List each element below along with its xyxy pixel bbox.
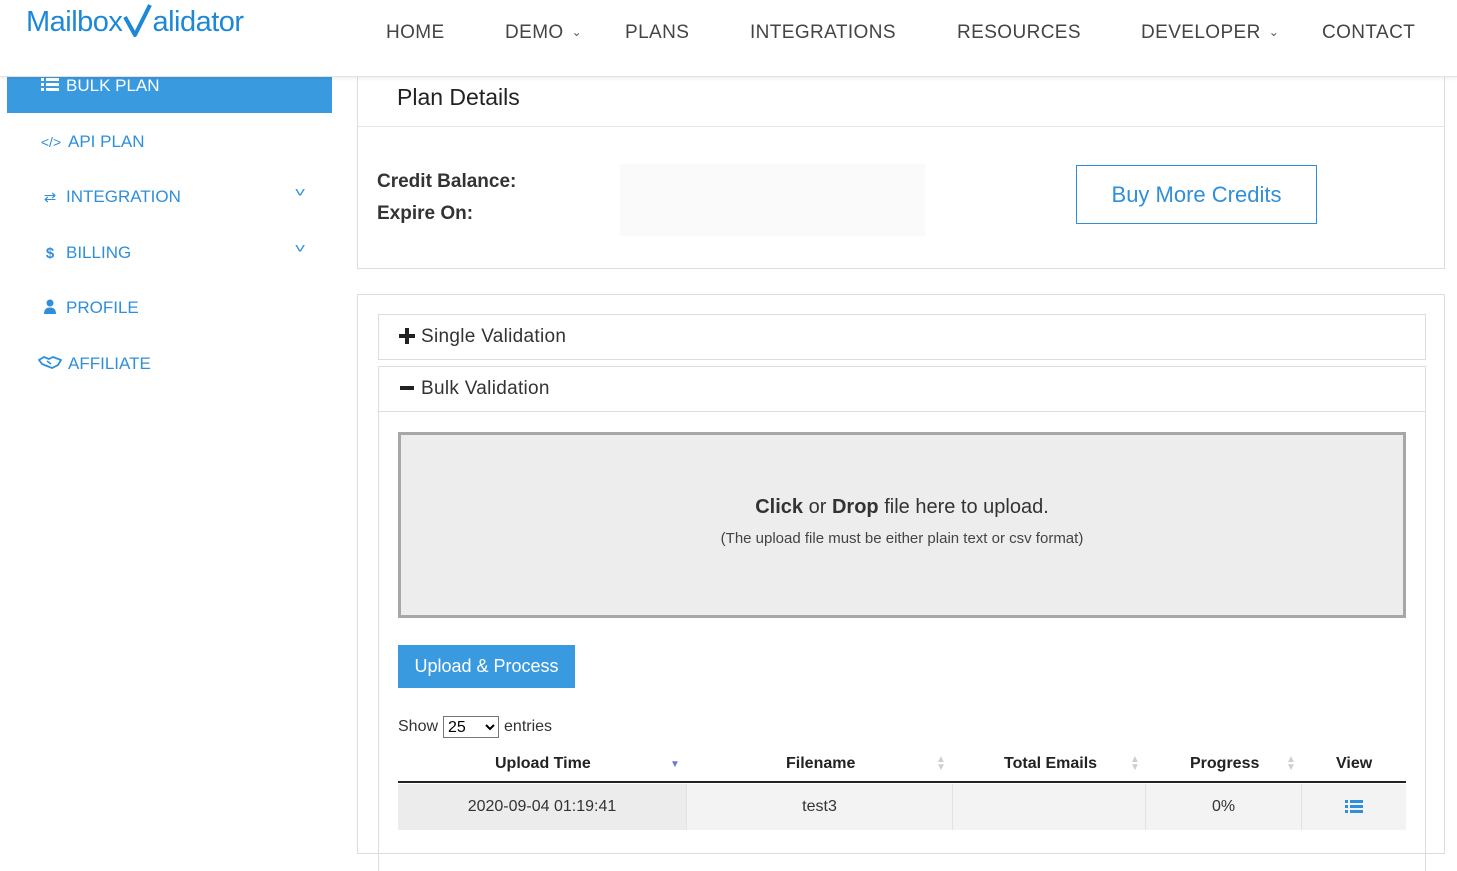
buy-more-credits-button[interactable]: Buy More Credits [1076,165,1317,224]
chevron-down-icon[interactable]: ˅ [294,240,305,256]
page-size-select[interactable]: 25 [443,716,500,738]
sort-both-icon[interactable]: ▲ ▼ [1286,755,1296,773]
col-total-emails[interactable]: Total Emails [1004,755,1097,773]
entries-label: entries [504,718,553,735]
dropzone-note: (The upload file must be either plain te… [720,530,1084,547]
cell-progress: 0% [1146,784,1302,830]
bulk-validation-header[interactable]: Bulk Validation [378,366,1426,412]
chevron-down-icon: ⌄ [1268,25,1280,39]
logo-text-mailbox: Mailbox [26,5,123,38]
nav-demo[interactable]: DEMO ⌄ [505,22,582,44]
validation-panel: Single Validation Bulk Validation Click … [357,294,1445,871]
chevron-down-icon: ⌄ [571,25,583,39]
mailboxvalidator-logo[interactable]: Mailbox alidator [26,2,244,42]
sidebar-item-billing[interactable]: $ BILLING [40,243,131,263]
nav-developer[interactable]: DEVELOPER ⌄ [1141,22,1279,44]
dropzone-click-text: Click [755,496,804,518]
redacted-plan-values [620,164,925,236]
sidebar-item-profile[interactable]: PROFILE [40,298,139,318]
entries-length-control: Show 25 entries [398,716,552,738]
top-navbar: Mailbox alidator HOME DEMO ⌄ PLANS INTEGR… [0,0,1457,77]
divider [358,126,1444,127]
handshake-icon [37,355,63,373]
minus-icon [399,376,421,402]
sidebar-item-api-plan[interactable]: </> API PLAN [40,132,145,152]
sidebar-item-label: PROFILE [66,298,139,317]
nav-integrations[interactable]: INTEGRATIONS [750,22,896,44]
nav-demo-label: DEMO [505,22,564,43]
nav-plans[interactable]: PLANS [625,22,689,44]
sidebar-item-label: BILLING [66,243,132,262]
file-dropzone[interactable]: Click or Drop file here to upload. (The … [398,432,1406,618]
bulk-validation-label: Bulk Validation [421,378,550,399]
table-row: 2020-09-04 01:19:41 test3 0% [398,784,1406,830]
sidebar-item-bulk-plan[interactable]: BULK PLAN [40,76,160,96]
col-filename[interactable]: Filename [786,755,855,773]
expire-on-label: Expire On: [377,203,474,224]
cell-total-emails [953,784,1146,830]
sidebar: BULK PLAN </> API PLAN ⇄ INTEGRATION ˅ $… [0,76,340,828]
upload-process-button[interactable]: Upload & Process [398,645,575,688]
list-icon [40,77,60,95]
chevron-down-icon[interactable]: ˅ [294,184,305,200]
sidebar-item-integration[interactable]: ⇄ INTEGRATION [40,187,181,207]
nav-resources[interactable]: RESOURCES [957,22,1081,44]
cell-view [1302,784,1406,830]
list-view-icon[interactable] [1345,797,1363,818]
cell-upload-time: 2020-09-04 01:19:41 [398,784,687,830]
cell-filename: test3 [687,784,953,830]
sidebar-item-label: INTEGRATION [66,187,181,206]
plus-icon [399,324,421,350]
dropzone-or-text: or [808,496,827,518]
dollar-icon: $ [45,244,55,262]
exchange-icon: ⇄ [43,189,57,206]
nav-developer-label: DEVELOPER [1141,22,1261,43]
dropzone-instruction: Click or Drop file here to upload. [401,496,1403,519]
col-progress[interactable]: Progress [1190,755,1259,773]
sidebar-item-affiliate[interactable]: AFFILIATE [37,354,151,374]
col-view: View [1336,755,1373,772]
plan-details-title: Plan Details [397,84,520,110]
col-upload-time[interactable]: Upload Time [495,755,591,773]
single-validation-label: Single Validation [421,326,567,347]
logo-text-validator: alidator [152,5,244,38]
code-icon: </> [40,134,62,150]
sort-both-icon[interactable]: ▲ ▼ [936,755,946,773]
sidebar-item-label: API PLAN [68,132,145,151]
dropzone-rest-text: file here to upload. [884,496,1049,518]
sort-both-icon[interactable]: ▲ ▼ [1130,755,1140,773]
sort-desc-icon[interactable]: ▼ [670,760,680,770]
sidebar-item-label: AFFILIATE [68,354,151,373]
show-label: Show [398,718,439,735]
table-header: Upload Time ▼ Filename ▲ ▼ Total Emails ▲… [398,750,1406,783]
user-icon [40,299,60,318]
single-validation-header[interactable]: Single Validation [378,314,1426,360]
nav-contact[interactable]: CONTACT [1322,22,1415,44]
credit-balance-label: Credit Balance: [377,171,517,192]
sidebar-item-label: BULK PLAN [66,76,160,95]
dropzone-drop-text: Drop [831,496,879,518]
logo-checkmark-icon [123,4,153,37]
nav-home[interactable]: HOME [386,22,445,44]
plan-details-panel: Plan Details Credit Balance: Expire On: … [357,66,1445,269]
